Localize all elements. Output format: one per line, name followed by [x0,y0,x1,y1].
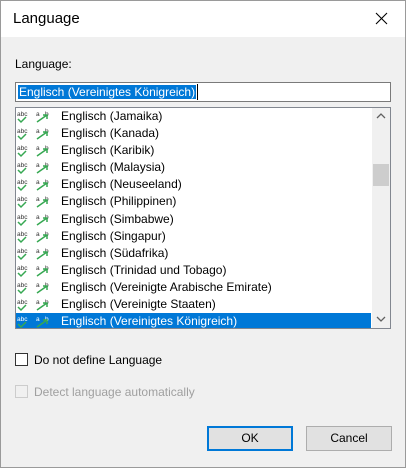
svg-text:abc: abc [17,299,28,306]
scroll-down-button[interactable] [372,311,390,328]
do-not-define-language-label: Do not define Language [34,353,163,367]
language-listbox[interactable]: abc a b Englisch (Jamaika) abc a b Englisch (Ka… [15,107,391,329]
language-list-item[interactable]: abc a b Englisch (Jamaika) [16,108,371,125]
language-list-item[interactable]: abc a b Englisch (Vereinigtes Königreich) [16,313,371,329]
language-list-item-label: Englisch (Singapur) [61,228,166,243]
language-list-item[interactable]: abc a b Englisch (Neuseeland) [16,176,371,193]
language-list-item-label: Englisch (Jamaika) [61,109,163,123]
language-list-item[interactable]: abc a b Englisch (Karibik) [16,142,371,159]
svg-text:abc: abc [17,179,28,186]
svg-text:abc: abc [17,214,28,221]
spellcheck-abc-icon: abc a b [17,162,49,175]
language-list-item[interactable]: abc a b Englisch (Singapur) [16,228,371,245]
language-list-item-label: Englisch (Vereinigte Staaten) [61,297,216,312]
detect-language-checkbox [15,385,28,398]
ok-button[interactable]: OK [207,426,293,451]
svg-text:a: a [36,128,40,135]
language-input[interactable]: Englisch (Vereinigtes Königreich) [15,82,391,102]
title-bar: Language [1,1,405,37]
spellcheck-abc-icon: abc a b [17,179,49,192]
language-list-item-label: Englisch (Kanada) [61,126,160,141]
svg-text:abc: abc [17,128,28,135]
chevron-up-icon [376,113,386,119]
detect-language-label: Detect language automatically [34,385,195,399]
spellcheck-abc-icon: abc a b [17,248,49,260]
language-input-text: Englisch (Vereinigtes Königreich) [18,85,197,99]
svg-text:a: a [36,162,40,169]
spellcheck-abc-icon: abc a b [17,299,49,312]
svg-text:abc: abc [17,316,28,323]
language-list-item-label: Englisch (Simbabwe) [61,211,174,226]
close-icon [375,12,388,25]
svg-text:abc: abc [17,231,28,238]
svg-text:a: a [36,196,40,203]
language-label: Language: [15,57,72,71]
svg-text:abc: abc [17,265,28,272]
svg-text:a: a [36,179,40,186]
language-dialog: Language Language: Englisch (Vereinigtes… [0,0,406,468]
language-list-item-label: Englisch (Trinidad und Tobago) [61,262,227,277]
spellcheck-abc-icon: abc a b [17,282,49,294]
language-list-item-label: Englisch (Vereinigte Arabische Emirate) [61,279,272,294]
spellcheck-abc-icon: abc a b [17,145,49,158]
svg-text:a: a [36,145,40,152]
svg-text:abc: abc [17,248,28,255]
cancel-button[interactable]: Cancel [306,426,392,451]
do-not-define-language-checkbox[interactable] [15,353,28,366]
svg-text:abc: abc [17,196,28,203]
language-list-item[interactable]: abc a b Englisch (Vereinigte Arabische Emir… [16,279,371,296]
svg-text:abc: abc [17,145,28,152]
language-list-items: abc a b Englisch (Jamaika) abc a b Englisch (Ka… [16,108,371,329]
vertical-scrollbar[interactable] [372,108,390,328]
scroll-up-button[interactable] [372,108,390,125]
spellcheck-abc-icon: abc a b [17,231,49,243]
svg-text:abc: abc [17,162,28,169]
svg-text:a: a [36,299,40,306]
svg-text:a: a [36,265,40,272]
spellcheck-abc-icon: abc a b [17,111,49,124]
close-button[interactable] [359,1,405,37]
scroll-thumb[interactable] [373,164,389,186]
chevron-down-icon [376,316,386,322]
language-list-item-label: Englisch (Neuseeland) [61,177,182,192]
language-list-item-label: Englisch (Vereinigtes Königreich) [61,314,238,329]
svg-text:abc: abc [17,282,28,289]
language-list-item-label: Englisch (Karibik) [61,143,155,158]
svg-text:a: a [36,316,40,323]
svg-text:a: a [36,111,40,118]
svg-text:a: a [36,248,40,255]
language-list-item[interactable]: abc a b Englisch (Vereinigte Staaten) [16,296,371,313]
spellcheck-abc-icon: abc a b [17,214,49,226]
text-caret [197,84,198,100]
language-list-item[interactable]: abc a b Englisch (Philippinen) [16,193,371,210]
language-list-item-label: Englisch (Malaysia) [61,160,166,175]
spellcheck-abc-icon: abc a b [17,316,49,328]
spellcheck-abc-icon: abc a b [17,196,49,209]
svg-text:a: a [36,214,40,221]
language-list-item[interactable]: abc a b Englisch (Südafrika) [16,245,371,262]
spellcheck-abc-icon: abc a b [17,128,49,141]
language-list-item[interactable]: abc a b Englisch (Malaysia) [16,159,371,176]
window-title: Language [13,10,80,27]
language-list-item[interactable]: abc a b Englisch (Kanada) [16,125,371,142]
language-list-item[interactable]: abc a b Englisch (Trinidad und Tobago) [16,262,371,279]
language-list-item[interactable]: abc a b Englisch (Simbabwe) [16,211,371,228]
spellcheck-abc-icon: abc a b [17,265,49,277]
svg-text:abc: abc [17,111,28,118]
svg-text:a: a [36,282,40,289]
language-list-item-label: Englisch (Philippinen) [61,194,177,209]
language-list-item-label: Englisch (Südafrika) [61,245,169,260]
svg-text:a: a [36,231,40,238]
